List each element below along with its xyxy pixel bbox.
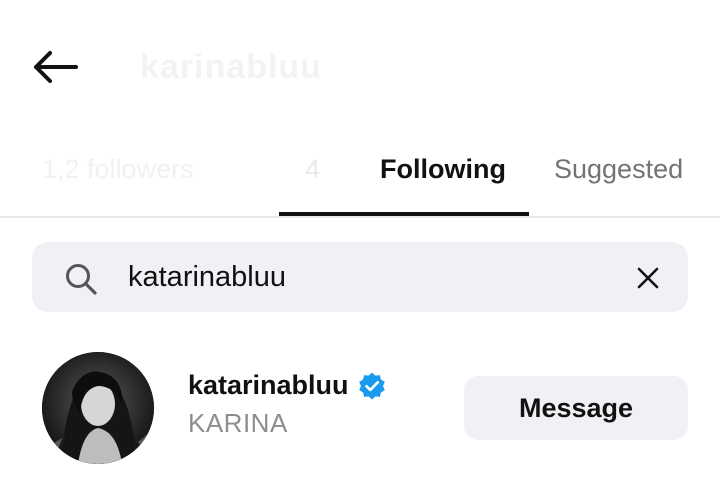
full-name: KARINA <box>188 408 288 438</box>
search-input[interactable] <box>128 254 608 300</box>
tab-bar: l 1,2 followers 4 Following Suggested <box>0 140 720 218</box>
verified-badge-icon <box>358 372 385 399</box>
tab-followers[interactable]: 1,2 followers <box>42 154 194 185</box>
header: karinabluu <box>0 0 720 130</box>
active-tab-indicator <box>279 212 529 216</box>
close-icon <box>637 267 659 289</box>
tab-suggested[interactable]: Suggested <box>554 154 683 185</box>
avatar[interactable] <box>42 352 154 464</box>
search-icon <box>66 264 97 295</box>
tab-partial-middle[interactable]: 4 <box>305 154 320 185</box>
tab-following[interactable]: Following <box>380 154 506 185</box>
username[interactable]: katarinabluu <box>188 370 349 401</box>
avatar-photo <box>42 352 154 464</box>
arrow-left-icon <box>34 51 78 83</box>
page-title: karinabluu <box>140 48 322 86</box>
search-bar <box>32 242 688 312</box>
message-button[interactable]: Message <box>464 376 688 440</box>
list-item[interactable]: katarinabluu KARINA Message <box>0 340 720 470</box>
back-button[interactable] <box>30 47 82 87</box>
username-line: katarinabluu <box>188 370 387 401</box>
clear-search-button[interactable] <box>632 262 664 294</box>
